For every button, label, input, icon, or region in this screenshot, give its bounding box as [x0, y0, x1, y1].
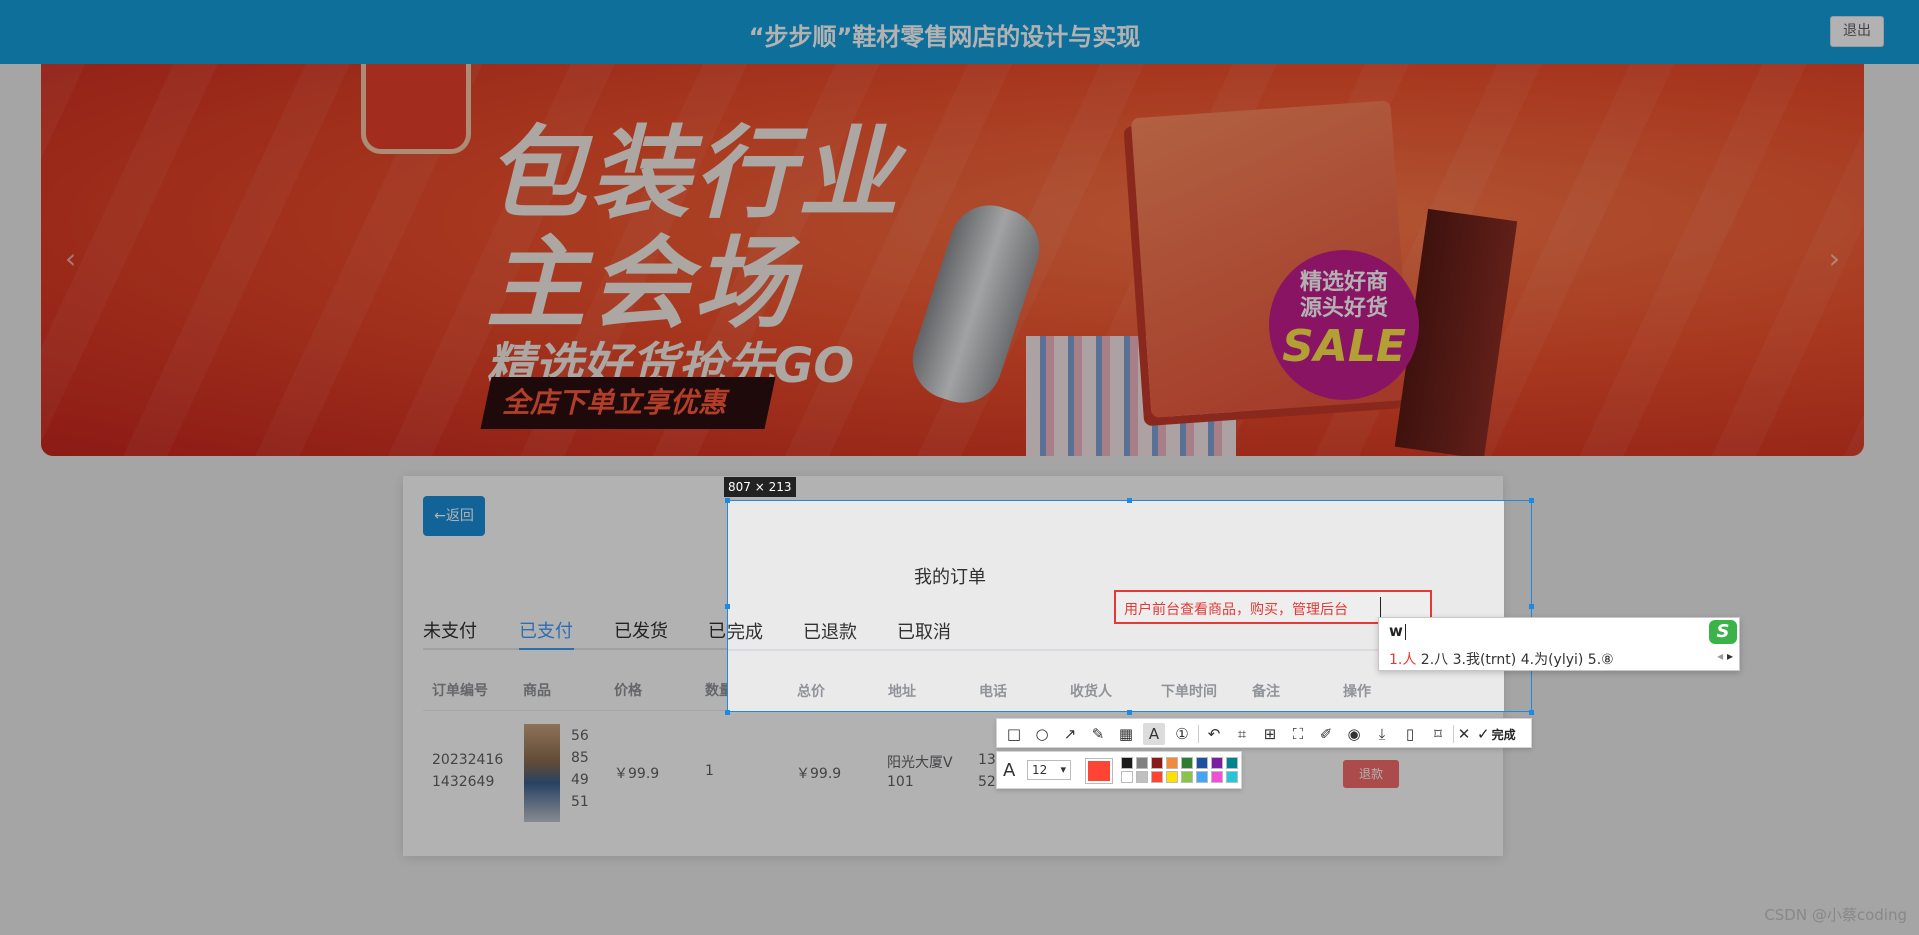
font-icon: A — [1003, 760, 1016, 781]
color-swatch[interactable] — [1211, 757, 1223, 769]
mosaic-icon[interactable]: ▦ — [1115, 723, 1137, 745]
ime-candidates-rest[interactable]: 2.八 3.我(trnt) 4.为(ylyi) 5.⑧ — [1416, 652, 1614, 668]
color-swatch[interactable] — [1121, 771, 1133, 783]
current-color-swatch[interactable] — [1085, 758, 1113, 784]
color-swatch[interactable] — [1166, 771, 1178, 783]
ime-candidates[interactable]: 1.人 2.八 3.我(trnt) 4.为(ylyi) 5.⑧ — [1389, 649, 1614, 669]
color-swatch[interactable] — [1181, 757, 1193, 769]
pen-icon[interactable]: ✎ — [1087, 723, 1109, 745]
tab-preview-completed: 已完成 — [727, 622, 763, 643]
phone-icon[interactable]: ▯ — [1399, 723, 1421, 745]
col-preview-address: 地址 — [888, 684, 916, 700]
csdn-watermark: CSDN @小蔡coding — [1764, 906, 1907, 924]
font-size-select[interactable]: 12 — [1027, 760, 1071, 780]
color-swatch[interactable] — [1121, 757, 1133, 769]
tab-preview-underline — [728, 649, 1484, 651]
current-color-fill — [1088, 761, 1110, 781]
color-swatch[interactable] — [1196, 757, 1208, 769]
ocr-icon[interactable]: ⌗ — [1231, 723, 1253, 745]
save-icon[interactable]: ⤓ — [1371, 723, 1393, 745]
rectangle-icon[interactable]: □ — [1003, 723, 1025, 745]
bookmark-icon[interactable]: ⌑ — [1427, 723, 1449, 745]
col-preview-action: 操作 — [1343, 684, 1371, 700]
undo-icon[interactable]: ↶ — [1203, 723, 1225, 745]
tab-preview-cancelled: 已取消 — [897, 622, 951, 643]
ime-candidate-1[interactable]: 1.人 — [1389, 652, 1416, 668]
resize-handle-ne[interactable] — [1529, 498, 1534, 503]
resize-handle-sw[interactable] — [725, 710, 730, 715]
ime-prev-icon[interactable]: ◂ — [1717, 649, 1723, 663]
sogou-logo-icon: S — [1709, 620, 1737, 644]
col-preview-remark: 备注 — [1252, 684, 1280, 700]
ime-page-nav[interactable]: ◂ ▸ — [1717, 649, 1733, 663]
record-icon[interactable]: ◉ — [1343, 723, 1365, 745]
col-preview-phone: 电话 — [979, 684, 1007, 700]
arrow-icon[interactable]: ↗ — [1059, 723, 1081, 745]
text-caret — [1380, 597, 1381, 617]
ellipse-icon[interactable]: ○ — [1031, 723, 1053, 745]
pin-icon[interactable]: ⊞ — [1259, 723, 1281, 745]
scroll-capture-icon[interactable]: ✐ — [1315, 723, 1337, 745]
resize-handle-w[interactable] — [725, 604, 730, 609]
ime-next-icon[interactable]: ▸ — [1727, 649, 1733, 663]
resize-handle-n[interactable] — [1127, 498, 1132, 503]
col-preview-order-time: 下单时间 — [1161, 684, 1217, 700]
text-annotation-content: 用户前台查看商品，购买，管理后台 — [1124, 602, 1348, 618]
color-swatch[interactable] — [1136, 757, 1148, 769]
ime-composition-text: w — [1389, 622, 1403, 640]
capture-dim-overlay — [0, 0, 1919, 935]
color-swatch[interactable] — [1181, 771, 1193, 783]
color-swatch[interactable] — [1226, 771, 1238, 783]
resize-handle-se[interactable] — [1529, 710, 1534, 715]
tab-preview-refunded: 已退款 — [803, 622, 857, 643]
col-preview-total: 总价 — [797, 684, 825, 700]
color-swatch[interactable] — [1136, 771, 1148, 783]
color-swatch[interactable] — [1151, 771, 1163, 783]
resize-handle-e[interactable] — [1529, 604, 1534, 609]
text-icon[interactable]: A — [1143, 723, 1165, 745]
resize-handle-s[interactable] — [1127, 710, 1132, 715]
color-swatch[interactable] — [1226, 757, 1238, 769]
color-swatch[interactable] — [1151, 757, 1163, 769]
page-title: 我的订单 — [914, 567, 986, 588]
serial-number-icon[interactable]: ① — [1171, 723, 1193, 745]
text-style-bar: A 12 — [996, 751, 1242, 789]
translate-icon[interactable]: ⛶ — [1287, 723, 1309, 745]
close-icon[interactable]: ✕ — [1453, 723, 1475, 745]
capture-toolbar: □ ○ ↗ ✎ ▦ A ① ↶ ⌗ ⊞ ⛶ ✐ ◉ ⤓ ▯ ⌑ ✕ ✓ 完成 — [996, 718, 1532, 748]
ime-composition: w — [1389, 622, 1406, 640]
toolbar-divider — [1198, 725, 1199, 743]
color-swatch[interactable] — [1211, 771, 1223, 783]
selection-size-label: 807 × 213 — [724, 477, 796, 497]
color-swatch[interactable] — [1166, 757, 1178, 769]
color-swatch[interactable] — [1196, 771, 1208, 783]
done-label: 完成 — [1491, 728, 1516, 742]
resize-handle-nw[interactable] — [725, 498, 730, 503]
done-check-icon: ✓ — [1477, 725, 1490, 743]
col-preview-receiver: 收货人 — [1070, 684, 1112, 700]
done-button[interactable]: ✓ 完成 — [1477, 723, 1516, 745]
ime-candidate-window[interactable]: w 1.人 2.八 3.我(trnt) 4.为(ylyi) 5.⑧ S ◂ ▸ — [1378, 617, 1740, 671]
